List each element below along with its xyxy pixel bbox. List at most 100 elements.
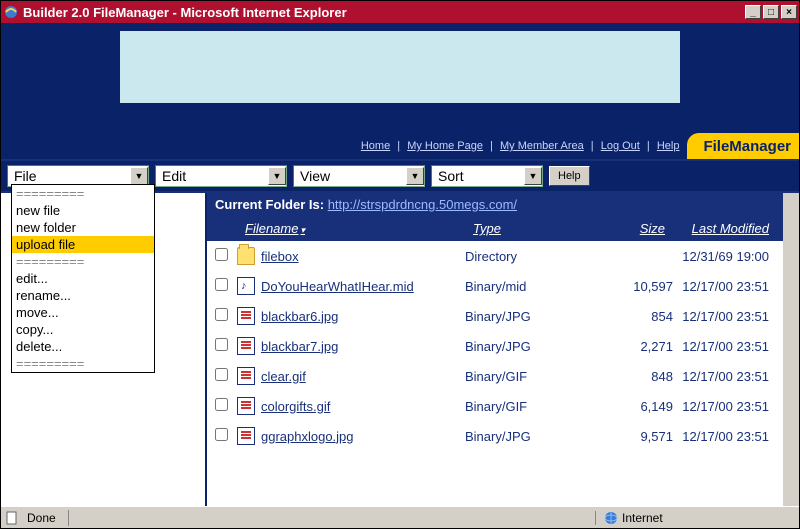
col-type[interactable]: Type [465,219,593,238]
table-row: filebox Directory 12/31/69 19:00 [207,241,783,271]
help-button[interactable]: Help [549,166,590,186]
table-row: blackbar7.jpgBinary/JPG2,27112/17/00 23:… [207,331,783,361]
nav-help[interactable]: Help [655,140,682,152]
file-modified: 12/17/00 23:51 [673,429,783,444]
sort-dropdown[interactable]: Sort ▼ [431,165,543,187]
col-filename[interactable]: Filename▾ [237,219,465,238]
file-size: 854 [593,309,673,324]
view-dropdown-label: View [300,168,330,184]
menu-new-file[interactable]: new file [12,202,154,219]
current-folder-label: Current Folder Is: [215,197,324,212]
file-size: 10,597 [593,279,673,294]
folder-icon [237,247,255,265]
menu-rename[interactable]: rename... [12,287,154,304]
chevron-down-icon: ▼ [268,167,286,185]
file-modified: 12/17/00 23:51 [673,399,783,414]
file-link[interactable]: ggraphxlogo.jpg [261,429,354,444]
page-icon [5,511,19,525]
menu-upload-file[interactable]: upload file [12,236,154,253]
nav-logout[interactable]: Log Out [599,140,642,152]
menu-separator: ========= [12,355,154,372]
window-title: Builder 2.0 FileManager - Microsoft Inte… [23,5,347,20]
view-dropdown[interactable]: View ▼ [293,165,425,187]
file-link[interactable]: blackbar6.jpg [261,309,338,324]
nav-my-home[interactable]: My Home Page [405,140,485,152]
col-size[interactable]: Size [593,219,673,238]
row-checkbox[interactable] [215,248,228,261]
top-nav: Home | My Home Page | My Member Area | L… [359,140,682,152]
row-checkbox[interactable] [215,398,228,411]
file-icon [237,397,255,415]
file-menu: ========= new file new folder upload fil… [11,184,155,373]
chevron-down-icon: ▼ [524,167,542,185]
menu-edit[interactable]: edit... [12,270,154,287]
status-zone: Internet [622,511,663,525]
file-icon [237,337,255,355]
file-type: Binary/JPG [465,429,593,444]
file-size: 9,571 [593,429,673,444]
edit-dropdown-label: Edit [162,168,186,184]
menu-new-folder[interactable]: new folder [12,219,154,236]
file-icon [237,427,255,445]
file-type: Directory [465,249,593,264]
current-folder-link[interactable]: http://strspdrdncng.50megs.com/ [328,197,517,212]
maximize-button[interactable]: □ [763,5,779,19]
row-checkbox[interactable] [215,368,228,381]
menu-delete[interactable]: delete... [12,338,154,355]
file-size: 848 [593,369,673,384]
menu-copy[interactable]: copy... [12,321,154,338]
status-text: Done [27,511,56,525]
col-modified[interactable]: Last Modified [673,219,783,238]
filemanager-tab: FileManager [687,133,799,159]
file-modified: 12/17/00 23:51 [673,309,783,324]
current-folder-bar: Current Folder Is: http://strspdrdncng.5… [207,193,783,216]
file-icon [237,367,255,385]
minimize-button[interactable]: _ [745,5,761,19]
nav-member-area[interactable]: My Member Area [498,140,586,152]
file-size: 6,149 [593,399,673,414]
column-headers: Filename▾ Type Size Last Modified [207,216,783,241]
banner-area [1,23,799,133]
edit-dropdown[interactable]: Edit ▼ [155,165,287,187]
file-dropdown-label: File [14,168,37,184]
globe-icon [604,511,618,525]
file-size: 2,271 [593,339,673,354]
file-modified: 12/17/00 23:51 [673,279,783,294]
mid-icon [237,277,255,295]
file-type: Binary/JPG [465,309,593,324]
file-type: Binary/mid [465,279,593,294]
row-checkbox[interactable] [215,278,228,291]
table-row: DoYouHearWhatIHear.mid Binary/mid10,59712… [207,271,783,301]
table-row: clear.gif Binary/GIF84812/17/00 23:51 [207,361,783,391]
ie-icon [3,4,19,20]
file-link[interactable]: DoYouHearWhatIHear.mid [261,279,414,294]
file-modified: 12/31/69 19:00 [673,249,783,264]
nav-home[interactable]: Home [359,140,392,152]
menu-move[interactable]: move... [12,304,154,321]
file-list: filebox Directory 12/31/69 19:00 DoYouHearW… [207,241,783,506]
close-button[interactable]: × [781,5,797,19]
row-checkbox[interactable] [215,338,228,351]
file-icon [237,307,255,325]
sort-asc-icon: ▾ [300,225,305,235]
row-checkbox[interactable] [215,308,228,321]
file-link[interactable]: filebox [261,249,299,264]
titlebar: Builder 2.0 FileManager - Microsoft Inte… [1,1,799,23]
scrollbar[interactable] [783,193,799,506]
table-row: ggraphxlogo.jpg Binary/JPG9,57112/17/00 2… [207,421,783,451]
file-modified: 12/17/00 23:51 [673,369,783,384]
col-checkbox [207,219,237,238]
row-checkbox[interactable] [215,428,228,441]
file-type: Binary/GIF [465,369,593,384]
banner-ad[interactable] [120,31,680,103]
statusbar: Done Internet [1,506,799,528]
sort-dropdown-label: Sort [438,168,464,184]
menu-separator: ========= [12,253,154,270]
file-link[interactable]: clear.gif [261,369,306,384]
file-link[interactable]: colorgifts.gif [261,399,330,414]
table-row: colorgifts.gifBinary/GIF6,14912/17/00 23… [207,391,783,421]
file-link[interactable]: blackbar7.jpg [261,339,338,354]
menu-separator: ========= [12,185,154,202]
chevron-down-icon: ▼ [130,167,148,185]
chevron-down-icon: ▼ [406,167,424,185]
